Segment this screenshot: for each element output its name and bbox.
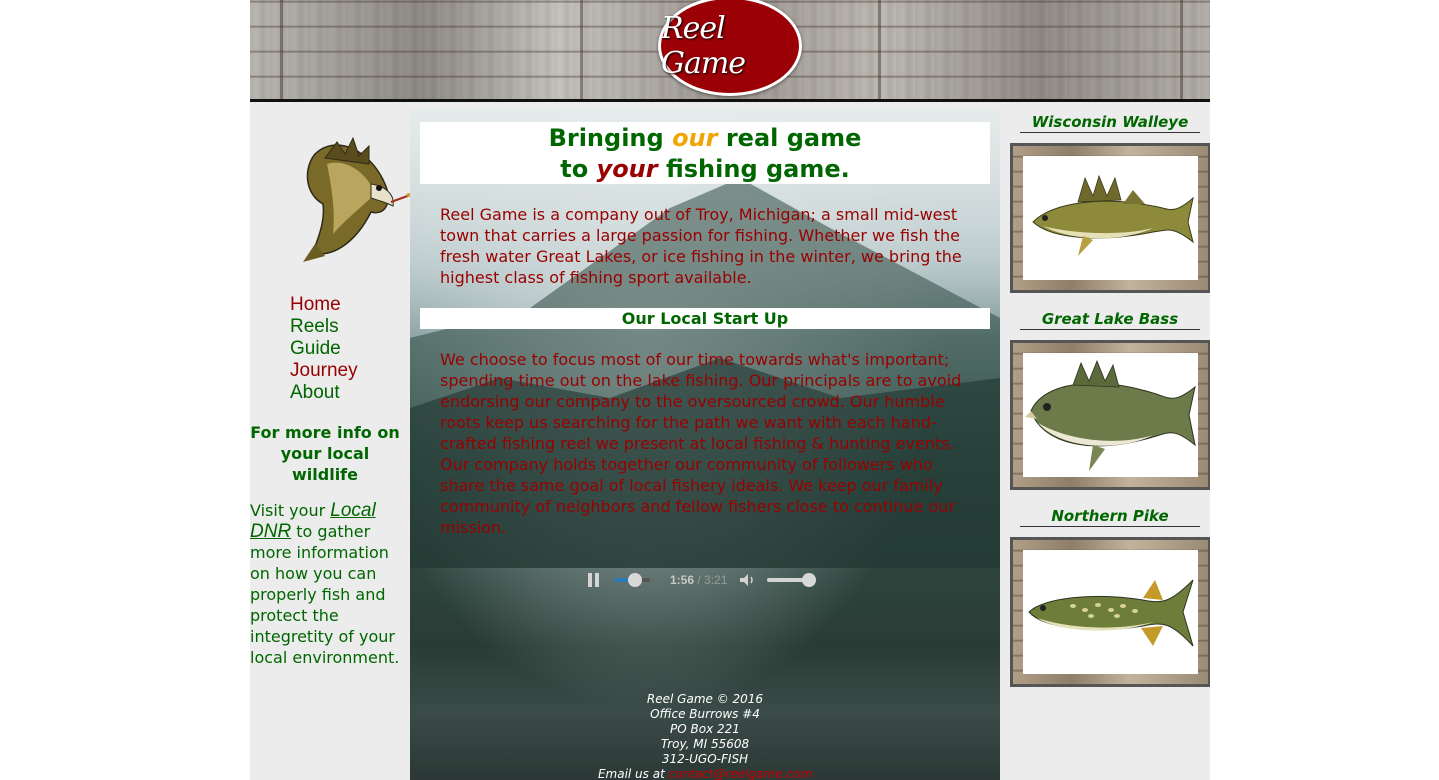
nav-about-link[interactable]: About bbox=[290, 382, 358, 404]
walleye-image[interactable] bbox=[1023, 156, 1198, 280]
walleye-frame bbox=[1010, 143, 1210, 293]
intro-paragraph: Reel Game is a company out of Troy, Mich… bbox=[440, 205, 962, 287]
seek-handle[interactable] bbox=[627, 573, 642, 587]
nav-reels-link[interactable]: Reels bbox=[290, 316, 358, 338]
site-logo[interactable]: Reel Game bbox=[658, 0, 802, 96]
footer-email-link[interactable]: contact@reelgame.com bbox=[669, 767, 812, 780]
hero-title: Bringing our real game to your fishing g… bbox=[420, 122, 990, 184]
total-time: / 3:21 bbox=[697, 573, 728, 587]
pike-frame bbox=[1010, 537, 1210, 687]
footer-po-box: PO Box 221 bbox=[670, 722, 740, 736]
time-display: 1:56 / 3:21 bbox=[670, 573, 727, 587]
title-word-our: our bbox=[672, 124, 718, 152]
footer-copyright: Reel Game © 2016 bbox=[646, 692, 764, 706]
story-paragraph: We choose to focus most of our time towa… bbox=[440, 350, 962, 537]
title-word-real-game: real game bbox=[725, 124, 862, 152]
left-sidebar: Home Reels Guide Journey About For more … bbox=[250, 102, 414, 780]
wildlife-info-heading: For more info on your local wildlife bbox=[250, 423, 400, 484]
walleye-title: Wisconsin Walleye bbox=[1020, 112, 1200, 133]
pike-title: Northern Pike bbox=[1020, 506, 1200, 527]
page: Reel Game Home Reels Guide Journey About… bbox=[250, 0, 1210, 780]
right-sidebar: Wisconsin Walleye Great Lake Bass Northe… bbox=[1010, 102, 1210, 780]
visit-prefix: Visit your bbox=[250, 501, 326, 520]
current-time: 1:56 bbox=[670, 573, 695, 587]
leaping-walleye-image bbox=[303, 136, 414, 262]
bass-image[interactable] bbox=[1023, 353, 1198, 477]
title-word-to: to bbox=[560, 155, 589, 183]
footer-phone: 312-UGO-FISH bbox=[661, 752, 749, 766]
main-content: Bringing our real game to your fishing g… bbox=[410, 108, 1000, 780]
visit-suffix: to gather more information on how you ca… bbox=[250, 522, 400, 667]
dnr-paragraph: Visit your Local DNR to gather more info… bbox=[250, 500, 410, 668]
seek-slider[interactable] bbox=[614, 573, 650, 587]
title-word-your: your bbox=[596, 155, 658, 183]
volume-handle[interactable] bbox=[801, 573, 816, 587]
bass-frame bbox=[1010, 340, 1210, 490]
audio-player: 1:56 / 3:21 bbox=[580, 565, 830, 595]
footer-office: Office Burrows #4 bbox=[650, 707, 760, 721]
header-banner: Reel Game bbox=[250, 0, 1210, 100]
footer-email-prefix: Email us at bbox=[597, 767, 665, 780]
title-word-bringing: Bringing bbox=[548, 124, 664, 152]
nav-journey-link[interactable]: Journey bbox=[290, 360, 358, 382]
nav-home-link[interactable]: Home bbox=[290, 294, 358, 316]
bass-title: Great Lake Bass bbox=[1020, 309, 1200, 330]
volume-icon[interactable] bbox=[739, 573, 757, 587]
start-up-heading: Our Local Start Up bbox=[420, 308, 990, 329]
title-word-fishing-game: fishing game. bbox=[665, 155, 850, 183]
footer-email-line: Email us at contact@reelgame.com bbox=[410, 767, 1000, 780]
footer-city: Troy, MI 55608 bbox=[660, 737, 750, 751]
pause-icon[interactable] bbox=[588, 573, 602, 587]
footer: Reel Game © 2016 Office Burrows #4 PO Bo… bbox=[410, 692, 1000, 780]
nav-guide-link[interactable]: Guide bbox=[290, 338, 358, 360]
pike-image[interactable] bbox=[1023, 550, 1198, 674]
logo-text: Reel Game bbox=[661, 11, 746, 81]
volume-slider[interactable] bbox=[767, 573, 816, 587]
main-navigation: Home Reels Guide Journey About bbox=[290, 294, 358, 404]
